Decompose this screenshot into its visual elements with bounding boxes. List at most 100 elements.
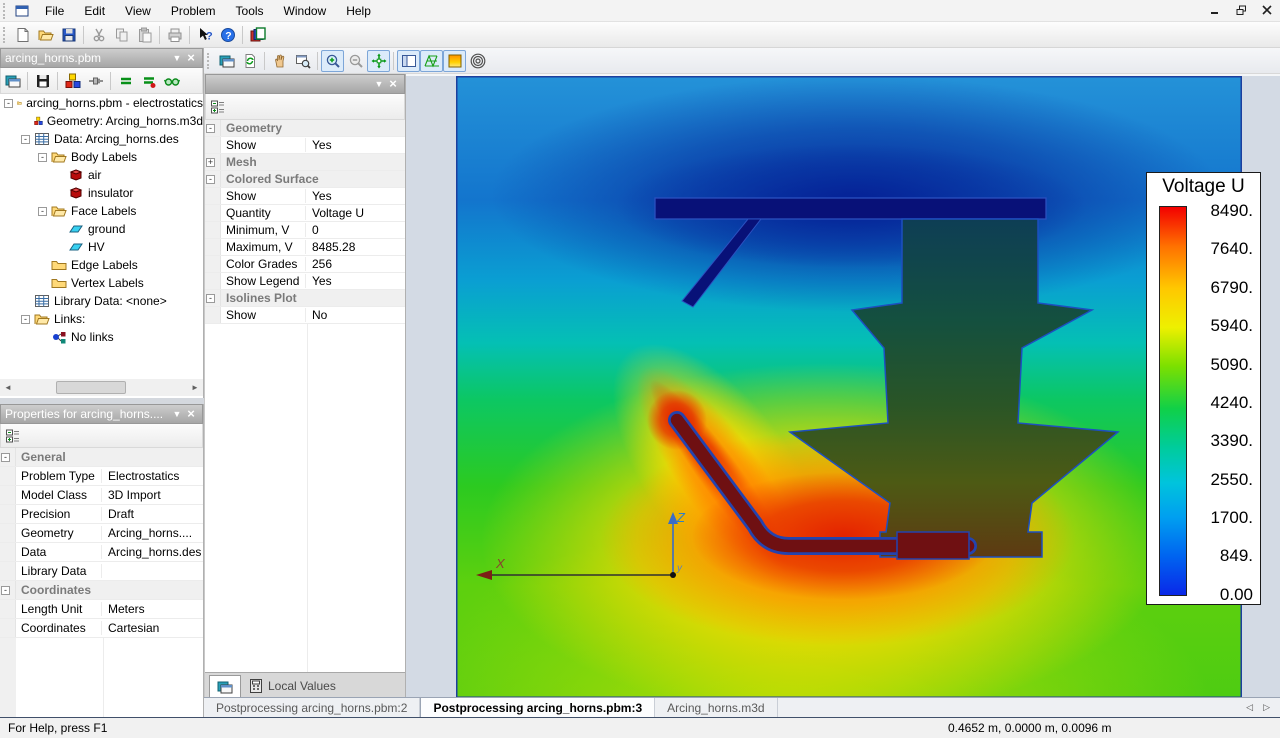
scroll-right-icon[interactable]: ► [187, 383, 203, 392]
minimize-icon[interactable] [1208, 3, 1222, 17]
tree-item-problem[interactable]: -arcing_horns.pbm - electrostatics [0, 94, 203, 112]
zoom-extents-icon[interactable] [367, 50, 390, 72]
panel-menu-icon[interactable]: ▼ [170, 53, 184, 63]
property-row[interactable]: Model Class3D Import [0, 486, 203, 505]
copy-icon[interactable] [110, 24, 133, 46]
collapse-icon[interactable]: - [21, 315, 30, 324]
tree-item-ground[interactable]: ground [0, 220, 203, 238]
horizontal-scrollbar[interactable]: ◄ ► [0, 379, 203, 396]
property-group[interactable]: -Coordinates [0, 581, 203, 600]
property-group[interactable]: -Isolines Plot [205, 290, 405, 307]
tab-postprocessing-3[interactable]: Postprocessing arcing_horns.pbm:3 [420, 698, 655, 717]
view-results-glasses-icon[interactable] [160, 70, 183, 92]
menu-file[interactable]: File [35, 1, 74, 21]
property-row[interactable]: ShowYes [205, 188, 405, 205]
solve-icon[interactable] [114, 70, 137, 92]
property-row[interactable]: Length UnitMeters [0, 600, 203, 619]
print-icon[interactable] [163, 24, 186, 46]
collapse-icon[interactable]: - [206, 124, 215, 133]
categorize-icon[interactable] [206, 96, 229, 118]
geometry-cubes-icon[interactable] [61, 70, 84, 92]
tab-postprocessing-2[interactable]: Postprocessing arcing_horns.pbm:2 [204, 698, 420, 717]
tree-item-links[interactable]: -Links: [0, 310, 203, 328]
property-row[interactable]: Show LegendYes [205, 273, 405, 290]
collapse-icon[interactable]: - [4, 99, 13, 108]
paste-icon[interactable] [133, 24, 156, 46]
new-document-icon[interactable] [11, 24, 34, 46]
menu-edit[interactable]: Edit [74, 1, 115, 21]
link-plug-icon[interactable] [84, 70, 107, 92]
property-row[interactable]: Color Grades256 [205, 256, 405, 273]
tab-postprocessing-settings[interactable] [209, 675, 241, 697]
dock-window-icon[interactable] [1, 70, 24, 92]
scroll-left-icon[interactable]: ◄ [0, 383, 16, 392]
property-row[interactable]: PrecisionDraft [0, 505, 203, 524]
project-panel-titlebar[interactable]: arcing_horns.pbm ▼ × [0, 48, 203, 68]
property-row[interactable]: ShowNo [205, 307, 405, 324]
property-row[interactable]: ShowYes [205, 137, 405, 154]
colored-surface-icon[interactable] [443, 50, 466, 72]
save-icon[interactable] [57, 24, 80, 46]
tree-item-face-labels[interactable]: -Face Labels [0, 202, 203, 220]
menu-problem[interactable]: Problem [161, 1, 226, 21]
tree-item-data[interactable]: -Data: Arcing_horns.des [0, 130, 203, 148]
tree-item-air[interactable]: air [0, 166, 203, 184]
tab-scroll-right-icon[interactable]: ▷ [1263, 702, 1270, 713]
property-group[interactable]: -General [0, 448, 203, 467]
property-group[interactable]: -Colored Surface [205, 171, 405, 188]
panel-close-icon[interactable]: × [386, 79, 400, 89]
save-project-icon[interactable] [31, 70, 54, 92]
isolines-icon[interactable] [466, 50, 489, 72]
solve-results-icon[interactable] [137, 70, 160, 92]
panel-layout-icon[interactable] [397, 50, 420, 72]
collapse-icon[interactable]: - [1, 453, 10, 462]
properties-panel-titlebar[interactable]: Properties for arcing_horns.... ▼ × [0, 404, 203, 424]
scrollbar-thumb[interactable] [56, 381, 126, 394]
tree-item-geometry[interactable]: Geometry: Arcing_horns.m3d [0, 112, 203, 130]
zoom-in-icon[interactable] [321, 50, 344, 72]
refresh-view-icon[interactable] [238, 50, 261, 72]
tree-item-hv[interactable]: HV [0, 238, 203, 256]
menu-view[interactable]: View [115, 1, 161, 21]
collapse-icon[interactable]: - [38, 207, 47, 216]
postprocessing-view[interactable]: Z X y Voltage U 8490. 7640. 6790. 5940. … [406, 74, 1280, 697]
tab-model-m3d[interactable]: Arcing_horns.m3d [655, 698, 777, 717]
property-row[interactable]: Minimum, V0 [205, 222, 405, 239]
zoom-window-icon[interactable] [291, 50, 314, 72]
panel-close-icon[interactable]: × [184, 53, 198, 63]
pan-hand-icon[interactable] [268, 50, 291, 72]
window-stack-icon[interactable] [246, 24, 269, 46]
expand-icon[interactable]: + [206, 158, 215, 167]
property-group[interactable]: +Mesh [205, 154, 405, 171]
collapse-icon[interactable]: - [206, 175, 215, 184]
tree-item-library-data[interactable]: Library Data: <none> [0, 292, 203, 310]
collapse-icon[interactable]: - [38, 153, 47, 162]
help-icon[interactable]: ? [216, 24, 239, 46]
panel-close-icon[interactable]: × [184, 409, 198, 419]
property-row[interactable]: CoordinatesCartesian [0, 619, 203, 638]
tree-item-vertex-labels[interactable]: Vertex Labels [0, 274, 203, 292]
tree-item-insulator[interactable]: insulator [0, 184, 203, 202]
zoom-out-icon[interactable] [344, 50, 367, 72]
property-row[interactable]: Library Data [0, 562, 203, 581]
panel-menu-icon[interactable]: ▼ [372, 79, 386, 89]
field-plot-canvas[interactable]: Z X y [456, 76, 1242, 698]
property-row[interactable]: QuantityVoltage U [205, 205, 405, 222]
restore-icon[interactable] [1234, 3, 1248, 17]
close-icon[interactable] [1260, 3, 1274, 17]
menu-window[interactable]: Window [274, 1, 337, 21]
view-settings-titlebar[interactable]: ▼ × [205, 74, 405, 94]
tab-scroll-left-icon[interactable]: ◁ [1246, 702, 1253, 713]
property-row[interactable]: DataArcing_horns.des [0, 543, 203, 562]
mesh-icon[interactable] [420, 50, 443, 72]
property-group[interactable]: -Geometry [205, 120, 405, 137]
dock-window-icon[interactable] [215, 50, 238, 72]
cut-icon[interactable] [87, 24, 110, 46]
tree-item-no-links[interactable]: No links [0, 328, 203, 346]
menu-help[interactable]: Help [336, 1, 381, 21]
collapse-icon[interactable]: - [1, 586, 10, 595]
property-row[interactable]: GeometryArcing_horns.... [0, 524, 203, 543]
tree-item-body-labels[interactable]: -Body Labels [0, 148, 203, 166]
menu-tools[interactable]: Tools [226, 1, 274, 21]
property-row[interactable]: Maximum, V8485.28 [205, 239, 405, 256]
